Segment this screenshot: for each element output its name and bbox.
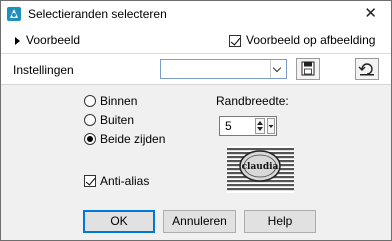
settings-bar: Instellingen bbox=[1, 54, 391, 85]
checkmark-icon bbox=[230, 35, 241, 46]
expand-triangle-icon[interactable] bbox=[15, 37, 20, 45]
antialias-checkbox[interactable] bbox=[84, 175, 96, 187]
radio-binnen[interactable] bbox=[84, 95, 96, 107]
help-button[interactable]: Help bbox=[244, 210, 316, 233]
border-width-value[interactable]: 5 bbox=[225, 119, 232, 133]
border-width-label: Randbreedte: bbox=[216, 94, 289, 108]
preset-combobox[interactable] bbox=[160, 59, 287, 79]
title-bar[interactable]: Selectieranden selecteren ✕ bbox=[1, 1, 391, 29]
radio-buiten[interactable] bbox=[84, 114, 96, 126]
watermark-text: claudia bbox=[242, 162, 279, 172]
radio-binnen-label[interactable]: Binnen bbox=[100, 94, 137, 108]
app-icon bbox=[7, 7, 21, 21]
preview-on-image-checkbox[interactable] bbox=[229, 35, 241, 47]
antialias-label[interactable]: Anti-alias bbox=[100, 174, 149, 188]
cancel-button[interactable]: Annuleren bbox=[163, 210, 236, 233]
preview-bar: Voorbeeld Voorbeeld op afbeelding bbox=[1, 29, 391, 54]
preview-thumbnail: claudia bbox=[227, 146, 294, 193]
spin-dropdown-icon[interactable] bbox=[267, 118, 275, 134]
border-width-spinner[interactable]: 5 bbox=[219, 116, 277, 136]
radio-buiten-label[interactable]: Buiten bbox=[100, 113, 134, 127]
preview-on-image-label[interactable]: Voorbeeld op afbeelding bbox=[246, 33, 375, 47]
reset-preset-button[interactable] bbox=[355, 58, 379, 80]
save-preset-button[interactable] bbox=[296, 58, 320, 80]
checkmark-icon bbox=[85, 175, 96, 186]
reset-arrow-icon bbox=[358, 63, 374, 76]
preview-toggle-label[interactable]: Voorbeeld bbox=[26, 33, 80, 47]
radio-beide-zijden[interactable] bbox=[84, 133, 96, 145]
radio-beide-zijden-label[interactable]: Beide zijden bbox=[100, 132, 165, 146]
spin-up-down-icon[interactable] bbox=[255, 118, 265, 134]
dialog-window: Selectieranden selecteren ✕ Voorbeeld Vo… bbox=[0, 0, 392, 241]
close-icon[interactable]: ✕ bbox=[364, 5, 377, 23]
radio-selected-dot bbox=[87, 136, 93, 142]
settings-label: Instellingen bbox=[13, 63, 74, 77]
ok-button[interactable]: OK bbox=[83, 210, 155, 233]
chevron-down-icon[interactable] bbox=[270, 60, 286, 78]
window-title: Selectieranden selecteren bbox=[28, 7, 167, 21]
floppy-disk-icon bbox=[301, 61, 315, 76]
